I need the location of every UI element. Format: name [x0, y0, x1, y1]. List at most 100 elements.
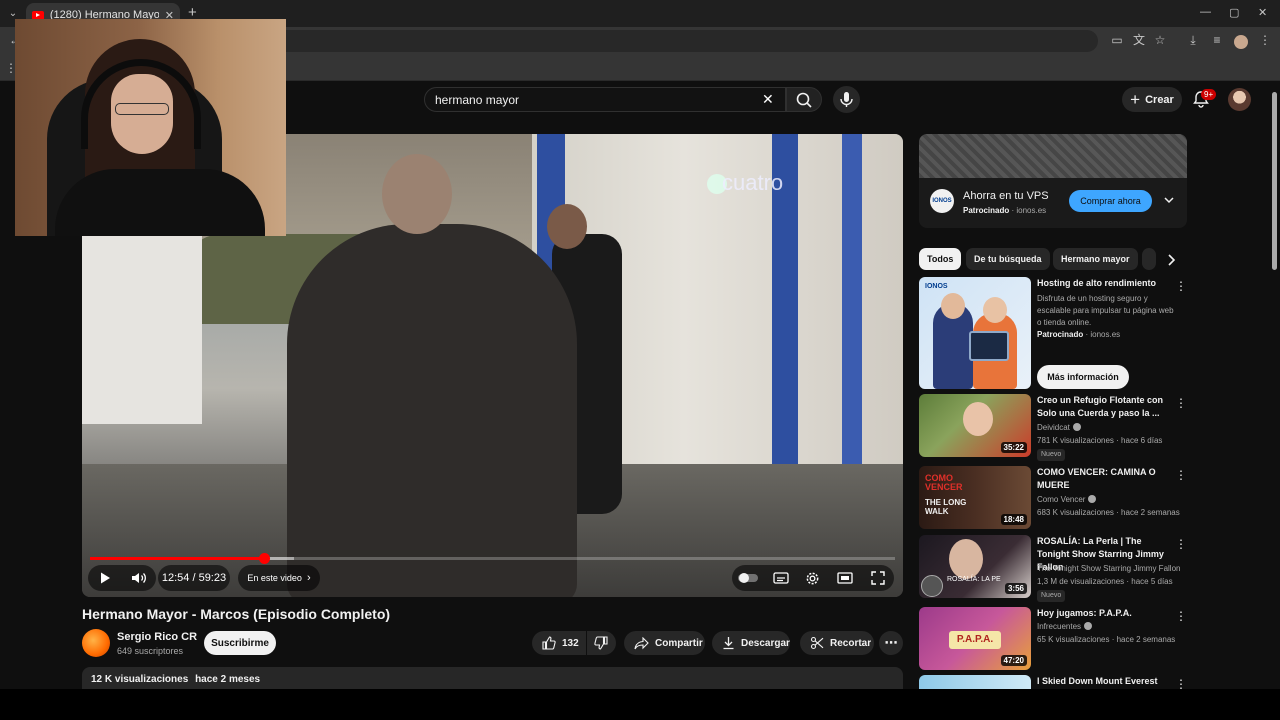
- channel-name-line[interactable]: The Tonight Show Starring Jimmy Fallon: [1037, 564, 1185, 573]
- share-icon: [634, 636, 649, 649]
- video-frame-man: [287, 224, 577, 597]
- chip-from-search[interactable]: De tu búsqueda: [966, 248, 1050, 270]
- chevron-down-icon[interactable]: [1162, 193, 1176, 207]
- chip-hermano-mayor[interactable]: Hermano mayor: [1053, 248, 1138, 270]
- more-vertical-icon[interactable]: ⋮: [1175, 279, 1187, 293]
- youtube-avatar[interactable]: [1228, 88, 1251, 111]
- video-title[interactable]: Creo un Refugio Flotante con Solo una Cu…: [1037, 394, 1167, 420]
- channel-watermark: cuatro: [722, 170, 784, 195]
- ad-card[interactable]: IONOS Ahorra en tu VPS Patrocinado · ion…: [919, 134, 1187, 228]
- chevron-right-icon: ›: [306, 572, 311, 584]
- video-frame-boy-head: [547, 204, 587, 249]
- sponsored-video-card[interactable]: IONOS Hosting de alto rendimiento Disfru…: [919, 277, 1189, 389]
- profile-avatar[interactable]: [1234, 35, 1248, 49]
- minimize-icon[interactable]: —: [1200, 6, 1211, 18]
- related-video[interactable]: P.A.P.A. 47:20 Hoy jugamos: P.A.P.A. Inf…: [919, 607, 1189, 670]
- video-meta: 1,3 M de visualizaciones · hace 5 días: [1037, 577, 1173, 586]
- more-vertical-icon[interactable]: ⋮: [1175, 677, 1187, 689]
- subscribe-button[interactable]: Suscribirme: [204, 631, 276, 655]
- bookmark-star-icon[interactable]: ☆: [1153, 33, 1167, 47]
- channel-name-line[interactable]: Deividcat: [1037, 423, 1081, 432]
- thumb-face: [949, 539, 983, 579]
- progress-played: [90, 557, 265, 560]
- scissors-icon: [810, 636, 824, 650]
- video-thumbnail[interactable]: [919, 675, 1031, 689]
- channel-name: Deividcat: [1037, 423, 1070, 432]
- channel-name-line[interactable]: Infrecuentes: [1037, 622, 1093, 631]
- sponsored-line: Patrocinado · ionos.es: [1037, 330, 1121, 339]
- video-title[interactable]: I Skied Down Mount Everest: [1037, 675, 1167, 688]
- sponsored-thumb-logo: IONOS: [925, 283, 948, 290]
- subtitles-button[interactable]: [768, 565, 794, 591]
- maximize-icon[interactable]: ▢: [1229, 6, 1239, 19]
- video-thumbnail[interactable]: ROSALÍA: LA PE 3:56: [919, 535, 1031, 598]
- channel-name[interactable]: Sergio Rico CR: [117, 631, 197, 643]
- video-title[interactable]: Hoy jugamos: P.A.P.A.: [1037, 607, 1167, 620]
- translate-icon[interactable]: 文: [1132, 33, 1146, 47]
- channel-name: Infrecuentes: [1037, 622, 1082, 631]
- view-count: 12 K visualizaciones: [91, 674, 189, 685]
- chip-partial[interactable]: [1142, 248, 1156, 270]
- sponsored-title[interactable]: Hosting de alto rendimiento: [1037, 277, 1167, 290]
- more-vertical-icon[interactable]: ⋮: [1175, 609, 1187, 623]
- reading-list-icon[interactable]: ≡: [1210, 33, 1224, 47]
- microphone-icon: [840, 92, 853, 107]
- time-text: 12:54 / 59:23: [161, 572, 227, 584]
- progress-bar[interactable]: [90, 553, 895, 564]
- video-frame-house: [82, 234, 202, 424]
- play-button[interactable]: [92, 565, 118, 591]
- close-window-icon[interactable]: ✕: [1258, 6, 1267, 19]
- description-box[interactable]: 12 K visualizaciones hace 2 meses: [82, 667, 903, 689]
- related-video[interactable]: I Skied Down Mount Everest ⋮: [919, 675, 1189, 689]
- download-icon[interactable]: ⤓: [1186, 33, 1200, 47]
- more-vertical-icon[interactable]: ⋮: [1175, 468, 1187, 482]
- fullscreen-button[interactable]: [865, 565, 891, 591]
- autoplay-toggle[interactable]: [735, 565, 761, 591]
- sponsored-label: Patrocinado: [1037, 330, 1084, 339]
- theater-mode-button[interactable]: [832, 565, 858, 591]
- volume-button[interactable]: [126, 565, 152, 591]
- thumb-title-text: COMO VENCER: [925, 473, 963, 492]
- taskbar-area: [0, 689, 1280, 720]
- chapters-button[interactable]: En este video ›: [238, 565, 320, 591]
- webcam-overlay: [15, 19, 286, 236]
- browser-menu-icon[interactable]: ⋮: [1258, 33, 1272, 47]
- more-vertical-icon[interactable]: ⋮: [1175, 396, 1187, 410]
- video-thumbnail[interactable]: COMO VENCER THE LONG WALK 18:48: [919, 466, 1031, 529]
- volume-icon: [132, 573, 146, 583]
- clip-button[interactable]: Recortar: [800, 631, 874, 655]
- thumb-caption: ROSALÍA: LA PE: [947, 576, 1001, 583]
- cast-icon[interactable]: ▭: [1110, 33, 1124, 47]
- like-button[interactable]: 132: [532, 631, 586, 655]
- video-thumbnail[interactable]: P.A.P.A. 47:20: [919, 607, 1031, 670]
- fullscreen-icon: [871, 571, 885, 585]
- video-title[interactable]: COMO VENCER: CAMINA O MUERE: [1037, 466, 1167, 492]
- search-button[interactable]: [786, 87, 822, 112]
- channel-name: The Tonight Show Starring Jimmy Fallon: [1037, 564, 1181, 573]
- related-video[interactable]: 35:22 Creo un Refugio Flotante con Solo …: [919, 394, 1189, 461]
- create-button[interactable]: + Crear: [1122, 87, 1182, 112]
- channel-name-line[interactable]: Como Vencer: [1037, 495, 1097, 504]
- video-thumbnail[interactable]: 35:22: [919, 394, 1031, 457]
- sponsored-thumbnail[interactable]: IONOS: [919, 277, 1031, 389]
- chevron-right-icon[interactable]: [1163, 252, 1179, 268]
- page-scrollbar[interactable]: [1272, 92, 1277, 270]
- video-meta: 683 K visualizaciones · hace 2 semanas: [1037, 508, 1180, 517]
- more-actions-button[interactable]: ⋯: [879, 631, 903, 655]
- voice-search-button[interactable]: [833, 86, 860, 113]
- related-video[interactable]: ROSALÍA: LA PE 3:56 ROSALÍA: La Perla | …: [919, 535, 1189, 602]
- clear-search-icon[interactable]: ✕: [762, 91, 774, 108]
- dislike-button[interactable]: [587, 631, 616, 655]
- share-button[interactable]: Compartir: [624, 631, 705, 655]
- settings-button[interactable]: [800, 565, 826, 591]
- new-badge: Nuevo: [1037, 449, 1066, 461]
- ad-domain: ionos.es: [1016, 206, 1047, 215]
- buy-now-button[interactable]: Comprar ahora: [1069, 190, 1152, 212]
- more-info-button[interactable]: Más información: [1037, 365, 1129, 389]
- chip-all[interactable]: Todos: [919, 248, 962, 270]
- related-video[interactable]: COMO VENCER THE LONG WALK 18:48 COMO VEN…: [919, 466, 1189, 529]
- channel-avatar[interactable]: [82, 629, 110, 657]
- download-button[interactable]: Descargar: [712, 631, 790, 655]
- more-vertical-icon[interactable]: ⋮: [1175, 537, 1187, 551]
- search-input[interactable]: hermano mayor: [424, 87, 786, 112]
